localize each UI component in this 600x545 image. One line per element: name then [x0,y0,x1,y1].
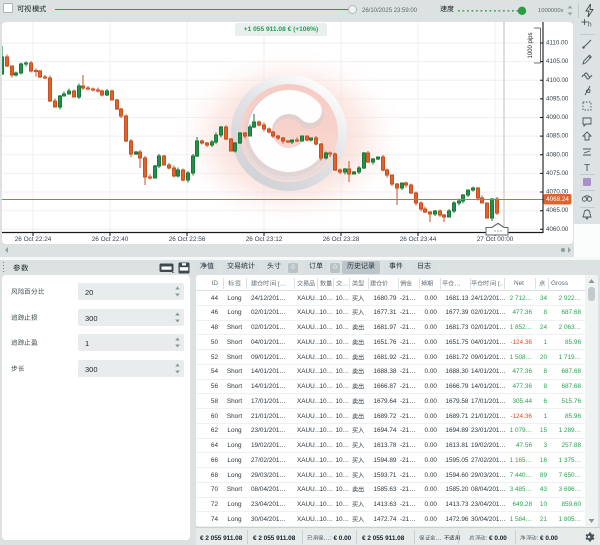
svg-text:26 Oct 23:28: 26 Oct 23:28 [323,236,360,243]
svg-text:4068.24: 4068.24 [546,196,569,203]
svg-text:26 Oct 22:40: 26 Oct 22:40 [92,236,129,243]
svg-text:4065.00: 4065.00 [546,207,569,214]
svg-text:4100.00: 4100.00 [546,77,569,84]
svg-text:4110.00: 4110.00 [546,40,568,47]
svg-text:4085.00: 4085.00 [546,133,569,140]
svg-text:1000 pips: 1000 pips [528,32,534,58]
svg-text:26 Oct 23:44: 26 Oct 23:44 [400,236,437,243]
svg-text:26 Oct 22:56: 26 Oct 22:56 [169,236,206,243]
svg-text:4080.00: 4080.00 [546,151,569,158]
svg-text:4090.00: 4090.00 [546,114,569,121]
svg-text:26 Oct 23:12: 26 Oct 23:12 [246,236,283,243]
svg-text:h: h [588,22,592,29]
svg-text:26 Oct 22:24: 26 Oct 22:24 [15,236,52,243]
svg-text:4060.00: 4060.00 [546,226,569,233]
svg-text:27 Oct 00:00: 27 Oct 00:00 [477,236,514,243]
svg-text:4075.00: 4075.00 [546,170,569,177]
svg-text:4105.00: 4105.00 [546,58,569,65]
svg-text:T: T [584,163,590,173]
svg-text:4095.00: 4095.00 [546,95,569,102]
